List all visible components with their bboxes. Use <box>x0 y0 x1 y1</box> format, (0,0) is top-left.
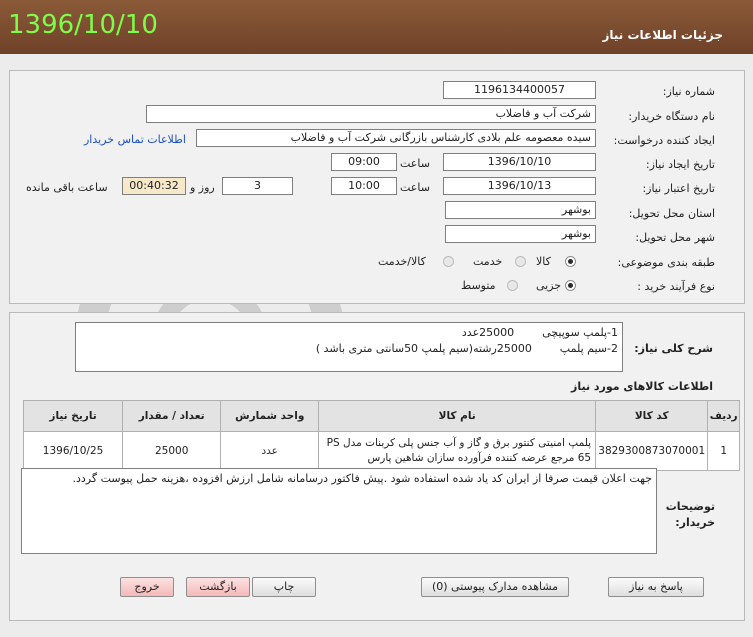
header-date: 1396/10/10 <box>8 10 158 40</box>
process-medium-label: متوسط <box>461 279 496 292</box>
goods-table-header: ردیف کد کالا نام کالا واحد شمارش تعداد /… <box>22 400 740 432</box>
province-field: بوشهر <box>445 201 596 219</box>
buyer-org-label: نام دستگاه خریدار: <box>628 110 715 123</box>
col-unit: واحد شمارش <box>220 400 320 432</box>
remaining-time-field: 00:40:32 <box>122 177 186 195</box>
created-date-label: تاریخ ایجاد نیاز: <box>645 158 715 171</box>
days-remaining-field: 3 <box>222 177 293 195</box>
reply-button[interactable]: پاسخ به نیاز <box>608 577 704 597</box>
province-label: استان محل تحویل: <box>628 207 715 220</box>
col-name: نام کالا <box>318 400 597 432</box>
table-row: 1 3829300873070001 پلمپ امنیتی کنتور برق… <box>22 431 740 471</box>
created-time-label: ساعت <box>400 157 430 170</box>
summary-line-2: 2-سیم پلمپ 25000رشته(سیم پلمپ 50سانتی مت… <box>315 342 618 355</box>
need-number-label: شماره نیاز: <box>662 85 715 98</box>
page-title: جزئیات اطلاعات نیاز <box>602 28 723 42</box>
cell-name: پلمپ امنیتی کنتور برق و گاز و آب جنس پلی… <box>318 431 597 471</box>
valid-time-label: ساعت <box>400 181 430 194</box>
summary-label: شرح کلی نیاز: <box>634 342 713 355</box>
col-qty: تعداد / مقدار <box>122 400 222 432</box>
need-number-field: 1196134400057 <box>443 81 596 99</box>
category-goods-label: کالا <box>536 255 551 268</box>
city-label: شهر محل تحویل: <box>635 231 715 244</box>
category-service-label: خدمت <box>473 255 503 268</box>
created-time-field: 09:00 <box>331 153 397 171</box>
created-date-field: 1396/10/10 <box>443 153 596 171</box>
view-attachments-button[interactable]: مشاهده مدارک پیوستی (0) <box>421 577 569 597</box>
col-row: ردیف <box>707 400 740 432</box>
remaining-time-label: ساعت باقی مانده <box>26 181 108 194</box>
buyer-notes-label: توضیحات خریدار: <box>665 500 715 529</box>
purchase-type-label: نوع فرآیند خرید : <box>637 280 715 293</box>
summary-line-1: 1-پلمپ سوپیچی 25000عدد <box>461 326 618 339</box>
cell-unit: عدد <box>220 431 320 471</box>
cell-row: 1 <box>707 431 740 471</box>
cell-date: 1396/10/25 <box>22 431 124 471</box>
cell-qty: 25000 <box>122 431 222 471</box>
exit-button[interactable]: خروج <box>120 577 174 597</box>
category-goods-radio[interactable] <box>565 256 576 267</box>
buyer-contact-link[interactable]: اطلاعات تماس خریدار <box>84 133 186 146</box>
requester-label: ایجاد کننده درخواست: <box>613 134 715 147</box>
valid-date-label: تاریخ اعتبار نیاز: <box>642 182 715 195</box>
valid-time-field: 10:00 <box>331 177 397 195</box>
buyer-org-field: شرکت آب و فاضلاب <box>146 105 596 123</box>
goods-section-title: اطلاعات کالاهای مورد نیاز <box>571 380 713 393</box>
summary-textarea: 1-پلمپ سوپیچی 25000عدد 2-سیم پلمپ 25000ر… <box>75 322 623 372</box>
print-button[interactable]: چاپ <box>252 577 316 597</box>
valid-date-field: 1396/10/13 <box>443 177 596 195</box>
city-field: بوشهر <box>445 225 596 243</box>
category-label: طبقه بندی موضوعی: <box>617 256 715 269</box>
category-both-label: کالا/خدمت <box>378 255 426 268</box>
category-service-radio[interactable] <box>515 256 526 267</box>
process-partial-label: جزیی <box>536 279 562 292</box>
category-both-radio[interactable] <box>443 256 454 267</box>
back-button[interactable]: بازگشت <box>186 577 250 597</box>
col-date: تاریخ نیاز <box>22 400 124 432</box>
process-medium-radio[interactable] <box>507 280 518 291</box>
requester-field: سیده معصومه علم بلادی کارشناس بازرگانی ش… <box>196 129 596 147</box>
days-label: روز و <box>190 181 215 194</box>
col-code: کد کالا <box>595 400 709 432</box>
buyer-notes-textarea: جهت اعلان قیمت صرفا از ایران کد یاد شده … <box>21 468 657 554</box>
cell-code: 3829300873070001 <box>595 431 709 471</box>
goods-table: ردیف کد کالا نام کالا واحد شمارش تعداد /… <box>22 400 740 471</box>
process-partial-radio[interactable] <box>565 280 576 291</box>
